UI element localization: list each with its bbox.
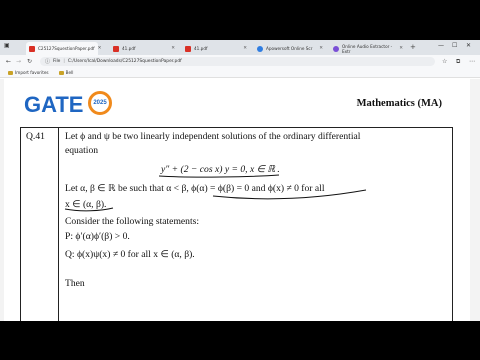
gate-logo: GATE: [24, 92, 84, 117]
tab-title: Apowersoft Online Scr: [266, 46, 313, 51]
separator: |: [63, 59, 65, 64]
address-bar[interactable]: ⓘ File | C:/Users/Ical/Downloads/C25127S…: [40, 57, 435, 66]
tab-title: C25127SquestionPaper.pdf: [38, 46, 95, 51]
tab-question-paper[interactable]: C25127SquestionPaper.pdf ✕: [26, 42, 101, 55]
bookmark-bell[interactable]: Bell: [58, 70, 74, 75]
bookmark-import-favorites[interactable]: Import favorites: [8, 70, 49, 75]
tab-41-pdf[interactable]: 41.pdf ✕: [110, 42, 178, 55]
file-label: File: [53, 59, 61, 64]
close-icon[interactable]: ✕: [171, 46, 175, 51]
pdf-icon: [29, 45, 35, 52]
folder-icon: [58, 70, 64, 75]
more-menu-icon[interactable]: ⋯: [469, 58, 475, 65]
url-text: C:/Users/Ical/Downloads/C25127SquestionP…: [67, 59, 182, 64]
tab-title: 41.pdf: [122, 46, 136, 51]
maximize-icon[interactable]: ☐: [452, 42, 457, 49]
pdf-icon: [185, 45, 191, 52]
back-icon[interactable]: ←: [6, 58, 11, 65]
subject-heading: Mathematics (MA): [356, 98, 442, 109]
new-tab-icon[interactable]: +: [410, 43, 416, 51]
pdf-icon: [113, 45, 119, 52]
tab-title: 41.pdf: [194, 46, 208, 51]
underline-equation: [158, 174, 280, 178]
close-window-icon[interactable]: ✕: [466, 42, 471, 49]
window-menu-icon[interactable]: ▣: [4, 42, 10, 49]
pdf-viewer[interactable]: GATE 2025 Mathematics (MA) Q.41 Let ϕ an…: [0, 79, 480, 321]
close-icon[interactable]: ✕: [98, 46, 102, 51]
info-icon: ⓘ: [45, 59, 51, 65]
bookmark-label: Bell: [65, 70, 74, 75]
close-icon[interactable]: ✕: [243, 46, 247, 51]
tab-apowersoft[interactable]: Apowersoft Online Scr ✕: [254, 42, 326, 55]
collections-icon[interactable]: ⧉: [456, 58, 460, 66]
tab-title: Online Audio Extractor - Extr: [342, 43, 393, 54]
close-icon[interactable]: ✕: [399, 46, 403, 51]
underline-condition: [212, 189, 367, 200]
minimize-icon[interactable]: —: [438, 42, 444, 49]
screen: ▣ C25127SquestionPaper.pdf ✕ 41.pdf ✕ 41…: [0, 40, 480, 321]
refresh-icon[interactable]: ↻: [27, 58, 32, 65]
address-bar-row: ← → ↻ ⓘ File | C:/Users/Ical/Downloads/C…: [0, 55, 480, 68]
tab-audio-extractor[interactable]: Online Audio Extractor - Extr ✕: [330, 42, 406, 55]
apowersoft-icon: [257, 45, 263, 52]
forward-icon[interactable]: →: [16, 58, 21, 65]
close-icon[interactable]: ✕: [319, 46, 323, 51]
question-table: Q.41 Let ϕ and ψ be two linearly indepen…: [20, 127, 453, 321]
pdf-page: GATE 2025 Mathematics (MA) Q.41 Let ϕ an…: [4, 79, 470, 321]
handwritten-annotations: [64, 174, 367, 212]
favorites-icon[interactable]: ☆: [442, 58, 447, 65]
tab-strip: ▣ C25127SquestionPaper.pdf ✕ 41.pdf ✕ 41…: [0, 40, 480, 55]
folder-icon: [8, 70, 13, 75]
bookmarks-bar: Import favorites Bell: [0, 68, 480, 78]
audio-extractor-icon: [333, 45, 339, 52]
tab-41-pdf-2[interactable]: 41.pdf ✕: [182, 42, 250, 55]
gate-logo-badge: 2025: [88, 91, 112, 115]
underline-interval: [64, 207, 114, 212]
bookmark-label: Import favorites: [15, 70, 49, 75]
